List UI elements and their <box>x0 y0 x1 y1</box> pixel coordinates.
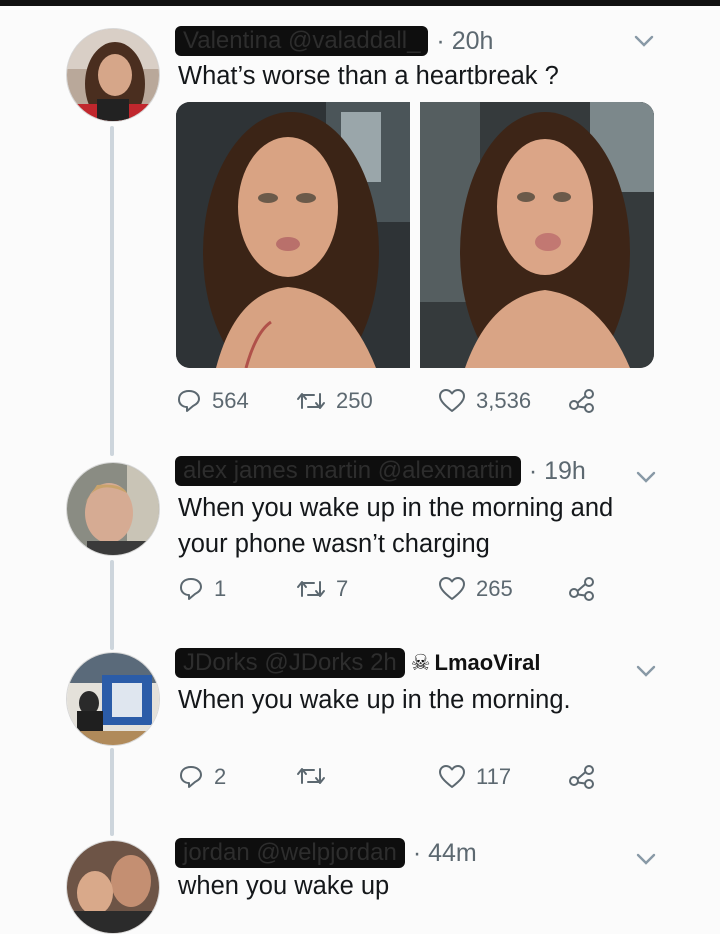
share-button[interactable] <box>568 388 596 414</box>
watermark-text: LmaoViral <box>434 650 541 675</box>
retweet-count: 7 <box>336 576 349 601</box>
tweet-actions: 564 250 3,536 <box>176 388 616 424</box>
author-name-redacted[interactable]: jordan @welpjordan <box>175 838 405 868</box>
watermark-logo: ☠ LmaoViral <box>411 650 541 676</box>
tweet-3[interactable]: JDorks @JDorks 2h ☠ LmaoViral When you w… <box>0 630 720 820</box>
author-handle: @welpjordan <box>256 839 397 866</box>
avatar[interactable] <box>66 840 160 934</box>
tweet-1[interactable]: Valentina @valaddall_ · 20h What’s worse… <box>0 0 720 440</box>
tweet-actions: 2 117 <box>176 764 616 800</box>
heart-icon <box>438 576 466 602</box>
reply-button[interactable]: 2 <box>178 764 226 790</box>
reply-count: 564 <box>212 388 249 413</box>
author-name: jordan <box>183 839 250 866</box>
avatar[interactable] <box>66 462 160 556</box>
reply-count: 1 <box>214 576 227 601</box>
reply-bubble-icon <box>176 388 202 414</box>
chevron-down-icon[interactable] <box>634 28 654 54</box>
tweet-text-line: your phone wasn’t charging <box>178 530 490 558</box>
selfie-photo-right[interactable] <box>420 102 654 368</box>
avatar[interactable] <box>66 28 160 122</box>
reply-count: 2 <box>214 764 227 789</box>
skull-icon: ☠ <box>410 650 431 675</box>
author-handle: @JDorks <box>264 649 364 676</box>
tweet-text-line: When you wake up in the morning and <box>178 494 614 522</box>
reply-button[interactable]: 1 <box>178 576 226 602</box>
timestamp: 2h <box>370 649 397 676</box>
reply-bubble-icon <box>178 764 204 790</box>
author-name: JDorks <box>183 649 258 676</box>
heart-icon <box>438 388 466 414</box>
avatar[interactable] <box>66 652 160 746</box>
chevron-down-icon[interactable] <box>636 658 656 684</box>
tweet-text: When you wake up in the morning. <box>178 686 571 714</box>
heart-icon <box>438 764 466 790</box>
tweet-4[interactable]: jordan @welpjordan · 44m when you wake u… <box>0 820 720 934</box>
retweet-count: 250 <box>336 388 373 413</box>
tweet-2[interactable]: alex james martin @alexmartin · 19h When… <box>0 440 720 630</box>
chevron-down-icon[interactable] <box>636 846 656 872</box>
share-icon <box>568 388 596 414</box>
tweet-actions: 1 7 265 <box>176 576 616 612</box>
timestamp[interactable]: · 19h <box>529 457 586 486</box>
retweet-icon <box>296 577 326 601</box>
author-handle: @valaddall_ <box>287 27 421 54</box>
share-button[interactable] <box>568 576 596 602</box>
tweet-text: What’s worse than a heartbreak ? <box>178 62 559 90</box>
share-icon <box>568 576 596 602</box>
tweet-text: When you wake up in the morning and your… <box>178 490 613 562</box>
retweet-icon <box>296 389 326 413</box>
author-name: Valentina <box>183 27 282 54</box>
retweet-button[interactable]: 7 <box>296 576 348 602</box>
share-button[interactable] <box>568 764 596 790</box>
like-count: 265 <box>476 576 513 601</box>
timestamp[interactable]: · 44m <box>413 839 477 868</box>
author-handle: @alexmartin <box>377 457 513 484</box>
chevron-down-icon[interactable] <box>636 464 656 490</box>
author-name: alex james martin <box>183 457 372 484</box>
reply-button[interactable]: 564 <box>176 388 249 414</box>
photo-grid[interactable] <box>176 102 654 368</box>
like-count: 3,536 <box>476 388 532 413</box>
like-button[interactable]: 265 <box>438 576 513 602</box>
timestamp[interactable]: · 20h <box>436 27 493 56</box>
tweet-text: when you wake up <box>178 872 390 900</box>
retweet-icon <box>296 764 326 788</box>
reply-bubble-icon <box>178 576 204 602</box>
like-button[interactable]: 3,536 <box>438 388 531 414</box>
retweet-button[interactable] <box>296 764 336 788</box>
like-count: 117 <box>476 764 512 789</box>
like-button[interactable]: 117 <box>438 764 511 790</box>
retweet-button[interactable]: 250 <box>296 388 373 414</box>
share-icon <box>568 764 596 790</box>
author-name-redacted[interactable]: alex james martin @alexmartin <box>175 456 521 486</box>
author-name-redacted[interactable]: JDorks @JDorks 2h <box>175 648 405 678</box>
selfie-photo-left[interactable] <box>176 102 410 368</box>
author-name-redacted[interactable]: Valentina @valaddall_ <box>175 26 429 56</box>
